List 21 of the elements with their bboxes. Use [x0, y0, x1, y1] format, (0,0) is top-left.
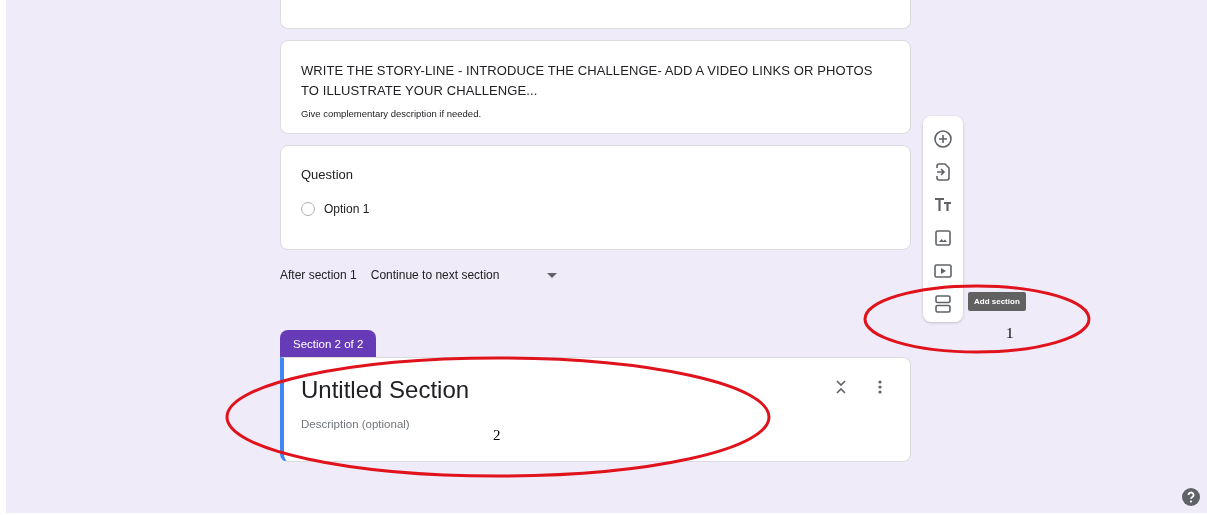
- section-icon[interactable]: [935, 294, 951, 313]
- help-icon[interactable]: [1182, 488, 1200, 506]
- section-dropdown[interactable]: Continue to next section: [370, 268, 558, 282]
- section-title[interactable]: Untitled Section: [301, 376, 836, 404]
- section-description: Give complementary description if needed.: [301, 108, 483, 119]
- text-icon[interactable]: [935, 198, 951, 211]
- collapse-icon[interactable]: [836, 380, 846, 394]
- video-icon[interactable]: [934, 263, 952, 278]
- caret-icon: [547, 272, 558, 278]
- tooltip: Add section: [968, 292, 1026, 311]
- image-icon[interactable]: [935, 229, 951, 246]
- after-section-label: After section 1: [280, 268, 357, 282]
- section-title: WRITE THE STORY-LINE - INTRODUCE THE CHALLENGE- ADD A VIDEO LINKS OR PHOTOS TO ILLUSTRATE YOUR CHALLENGE...: [301, 62, 874, 100]
- annotation-number: 1: [1006, 325, 1014, 342]
- description-field[interactable]: Description (optional): [301, 418, 501, 430]
- option-label: Option 1: [324, 202, 370, 216]
- annotation-number: 2: [493, 427, 501, 444]
- add-icon[interactable]: [934, 129, 952, 148]
- question-title: Question: [301, 167, 355, 182]
- import-icon[interactable]: [936, 162, 950, 181]
- more-icon[interactable]: [878, 380, 882, 394]
